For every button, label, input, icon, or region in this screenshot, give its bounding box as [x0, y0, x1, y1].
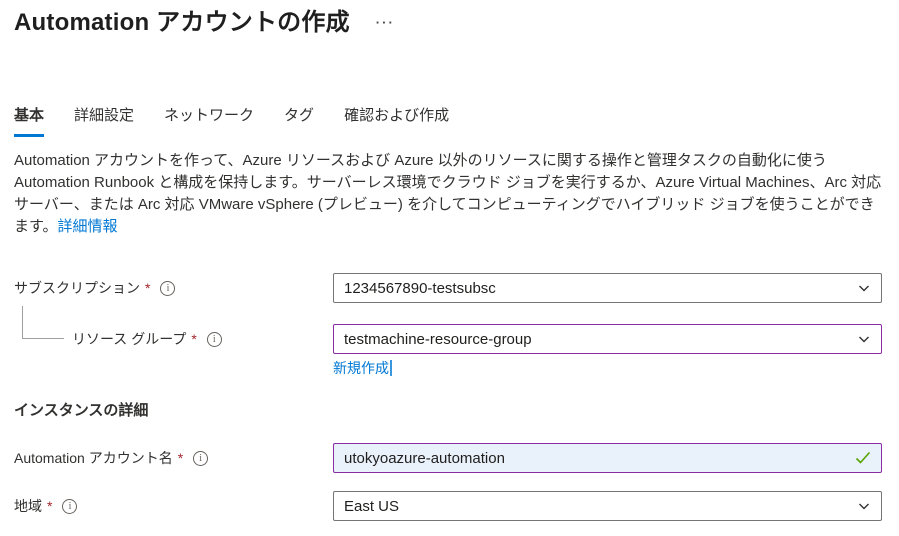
chevron-down-icon: [857, 499, 871, 513]
resource-group-dropdown[interactable]: testmachine-resource-group: [333, 324, 882, 354]
resource-group-indent-connector: [22, 306, 64, 339]
subscription-label-cell: サブスクリプション * i: [14, 273, 175, 303]
more-options-icon[interactable]: ···: [376, 10, 395, 29]
resource-group-label: リソース グループ: [72, 329, 186, 349]
resource-group-value: testmachine-resource-group: [344, 331, 532, 348]
required-asterisk: *: [178, 450, 183, 466]
required-asterisk: *: [145, 280, 150, 296]
blade-description: Automation アカウントを作って、Azure リソースおよび Azure…: [14, 150, 888, 238]
region-value: East US: [344, 498, 399, 515]
info-icon[interactable]: i: [193, 451, 208, 466]
resource-group-label-cell: リソース グループ * i: [72, 324, 222, 354]
tab-review-create[interactable]: 確認および作成: [344, 104, 449, 137]
learn-more-link[interactable]: 詳細情報: [58, 218, 118, 235]
tab-advanced[interactable]: 詳細設定: [74, 104, 134, 137]
info-icon[interactable]: i: [160, 281, 175, 296]
create-new-resource-group-link[interactable]: 新規作成: [333, 358, 389, 378]
text-caret: [390, 360, 392, 376]
required-asterisk: *: [47, 498, 52, 514]
instance-details-heading: インスタンスの詳細: [14, 399, 148, 420]
subscription-label: サブスクリプション: [14, 278, 140, 298]
account-name-label-cell: Automation アカウント名 * i: [14, 443, 208, 473]
required-asterisk: *: [191, 331, 196, 347]
region-label: 地域: [14, 496, 42, 516]
create-automation-account-blade: Automation アカウントの作成 ··· 基本 詳細設定 ネットワーク タ…: [0, 0, 899, 536]
tab-networking[interactable]: ネットワーク: [164, 104, 254, 137]
chevron-down-icon: [857, 332, 871, 346]
account-name-label: Automation アカウント名: [14, 448, 173, 468]
tab-bar: 基本 詳細設定 ネットワーク タグ 確認および作成: [14, 104, 449, 137]
subscription-value: 1234567890-testsubsc: [344, 280, 496, 297]
info-icon[interactable]: i: [62, 499, 77, 514]
tab-tags[interactable]: タグ: [284, 104, 314, 137]
create-new-row: 新規作成: [333, 358, 392, 378]
subscription-dropdown[interactable]: 1234567890-testsubsc: [333, 273, 882, 303]
checkmark-icon: [855, 451, 871, 465]
account-name-value: utokyoazure-automation: [344, 450, 505, 467]
region-label-cell: 地域 * i: [14, 491, 77, 521]
chevron-down-icon: [857, 281, 871, 295]
description-text: Automation アカウントを作って、Azure リソースおよび Azure…: [14, 152, 881, 235]
tab-basics[interactable]: 基本: [14, 104, 44, 137]
blade-header: Automation アカウントの作成 ···: [14, 2, 395, 37]
region-dropdown[interactable]: East US: [333, 491, 882, 521]
info-icon[interactable]: i: [207, 332, 222, 347]
account-name-input[interactable]: utokyoazure-automation: [333, 443, 882, 473]
page-title: Automation アカウントの作成: [14, 2, 350, 37]
